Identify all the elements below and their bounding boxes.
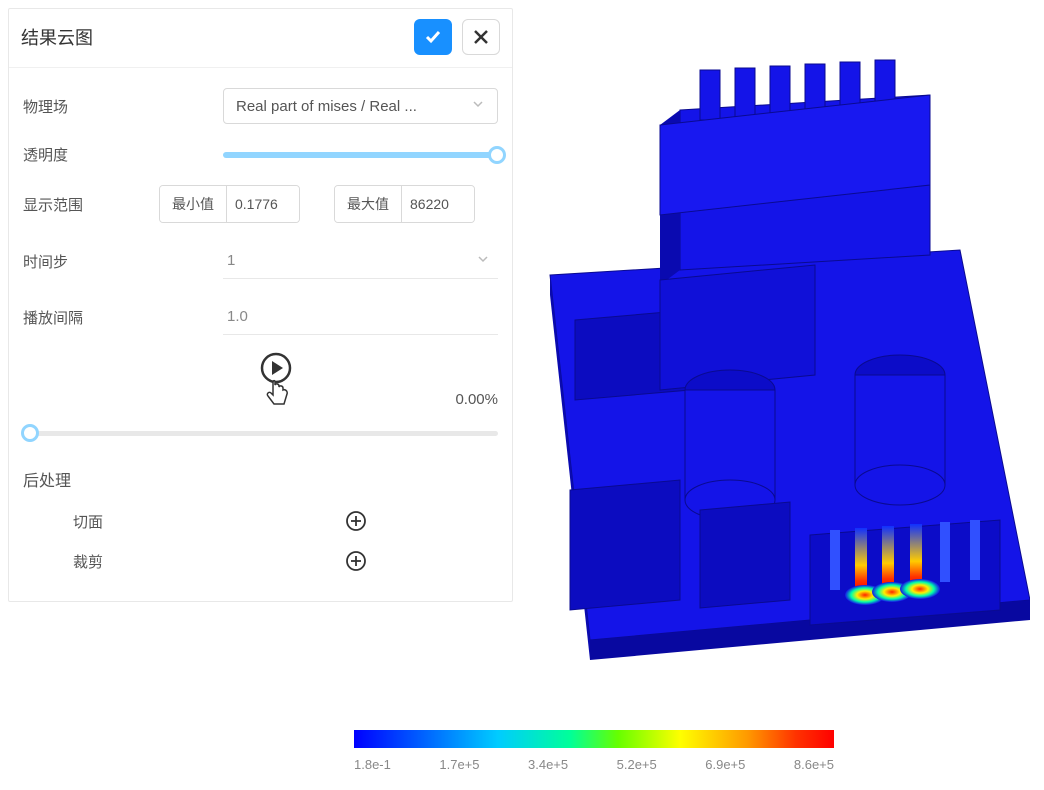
clip-row: 裁剪 <box>23 541 498 581</box>
chevron-down-icon <box>476 252 490 270</box>
interval-input[interactable]: 1.0 <box>223 299 498 335</box>
slice-row: 切面 <box>23 501 498 541</box>
postprocess-title: 后处理 <box>23 467 498 491</box>
physics-select[interactable]: Real part of mises / Real ... <box>223 88 498 124</box>
interval-label: 播放间隔 <box>23 307 123 328</box>
play-section: 0.00% <box>23 345 498 415</box>
check-icon <box>423 27 443 47</box>
min-input-group: 最小值 <box>159 185 300 223</box>
color-legend-ticks: 1.8e-1 1.7e+5 3.4e+5 5.2e+5 6.9e+5 8.6e+… <box>354 757 834 772</box>
min-label: 最小值 <box>160 186 227 222</box>
max-input-group: 最大值 <box>334 185 475 223</box>
slider-track <box>223 152 498 158</box>
timestep-row: 时间步 1 <box>23 233 498 289</box>
chevron-down-icon <box>471 97 485 115</box>
slice-label: 切面 <box>73 511 344 532</box>
legend-tick: 3.4e+5 <box>528 757 568 772</box>
panel-title: 结果云图 <box>21 24 414 50</box>
model-render <box>530 40 1030 680</box>
timestep-label: 时间步 <box>23 251 123 272</box>
min-input[interactable] <box>227 186 299 222</box>
progress-text: 0.00% <box>455 391 498 408</box>
cursor-icon <box>263 377 291 412</box>
close-icon <box>472 28 490 46</box>
opacity-label: 透明度 <box>23 144 123 165</box>
color-legend-bar <box>354 730 834 748</box>
plus-icon <box>345 550 367 572</box>
add-clip-button[interactable] <box>344 549 368 573</box>
progress-track <box>23 431 498 436</box>
opacity-slider[interactable] <box>223 145 498 165</box>
legend-tick: 1.8e-1 <box>354 757 391 772</box>
interval-value: 1.0 <box>227 308 248 325</box>
timestep-value: 1 <box>227 252 235 269</box>
opacity-row: 透明度 <box>23 134 498 175</box>
max-input[interactable] <box>402 186 474 222</box>
panel-header: 结果云图 <box>9 9 512 68</box>
interval-row: 播放间隔 1.0 <box>23 289 498 345</box>
confirm-button[interactable] <box>414 19 452 55</box>
timestep-select[interactable]: 1 <box>223 243 498 279</box>
physics-label: 物理场 <box>23 96 123 117</box>
viewport-3d[interactable] <box>530 40 1030 680</box>
physics-value: Real part of mises / Real ... <box>236 98 417 115</box>
close-button[interactable] <box>462 19 500 55</box>
legend-tick: 8.6e+5 <box>794 757 834 772</box>
clip-label: 裁剪 <box>73 551 344 572</box>
physics-row: 物理场 Real part of mises / Real ... <box>23 78 498 134</box>
add-slice-button[interactable] <box>344 509 368 533</box>
plus-icon <box>345 510 367 532</box>
slider-handle[interactable] <box>488 146 506 164</box>
range-row: 显示范围 最小值 最大值 <box>23 175 498 233</box>
range-group: 最小值 最大值 <box>159 185 475 223</box>
progress-slider[interactable] <box>23 423 498 443</box>
legend-tick: 5.2e+5 <box>617 757 657 772</box>
legend-tick: 6.9e+5 <box>705 757 745 772</box>
max-label: 最大值 <box>335 186 402 222</box>
progress-handle[interactable] <box>21 424 39 442</box>
results-panel: 结果云图 物理场 Real part of mises / Real ... 透… <box>8 8 513 602</box>
legend-tick: 1.7e+5 <box>439 757 479 772</box>
range-label: 显示范围 <box>23 194 123 215</box>
panel-body: 物理场 Real part of mises / Real ... 透明度 显示… <box>9 68 512 601</box>
